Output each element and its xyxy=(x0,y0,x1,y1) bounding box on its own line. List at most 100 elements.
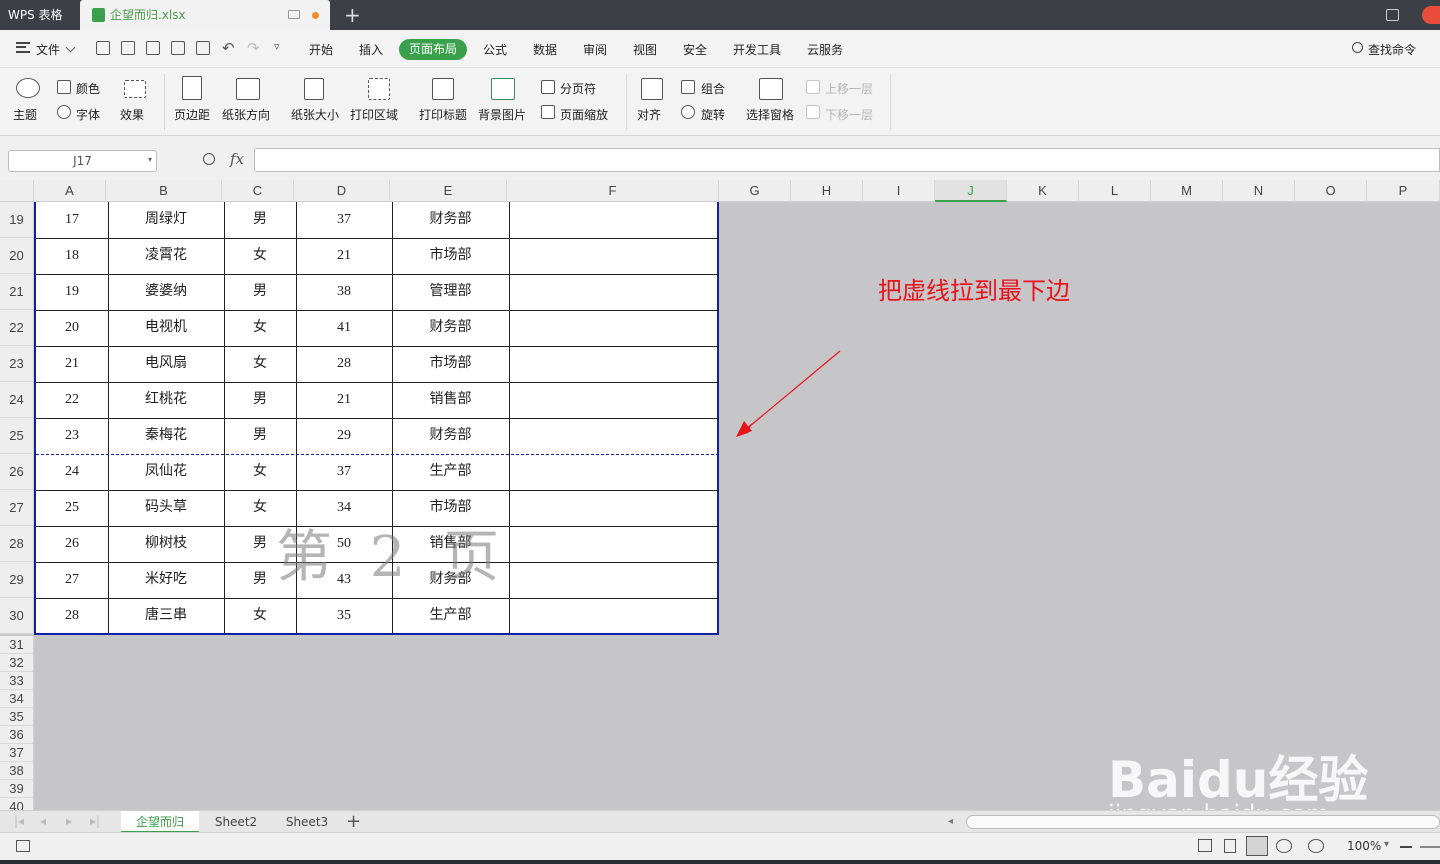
menu-developer[interactable]: 开发工具 xyxy=(733,41,781,58)
undo-icon[interactable]: ↶ xyxy=(222,39,235,57)
menu-start[interactable]: 开始 xyxy=(309,41,333,58)
menu-view[interactable]: 视图 xyxy=(633,41,657,58)
table-cell[interactable]: 17 xyxy=(36,202,108,238)
table-cell-empty[interactable] xyxy=(509,346,719,382)
column-header-p[interactable]: P xyxy=(1367,180,1440,202)
group-button[interactable]: 组合 xyxy=(701,80,725,97)
last-sheet-icon[interactable]: ▸| xyxy=(90,814,100,828)
column-header-d[interactable]: D xyxy=(294,180,390,202)
app-tab[interactable]: WPS 表格 xyxy=(0,0,80,30)
table-cell[interactable]: 周绿灯 xyxy=(108,202,224,238)
user-avatar[interactable] xyxy=(1422,6,1440,24)
first-sheet-icon[interactable]: |◂ xyxy=(14,814,24,828)
background-image-icon[interactable] xyxy=(491,78,515,100)
menu-security[interactable]: 安全 xyxy=(683,41,707,58)
scroll-left-icon[interactable]: ◂ xyxy=(948,816,956,828)
sheet-tab-1[interactable]: 企望而归 xyxy=(121,811,199,833)
page-break-line[interactable] xyxy=(36,454,719,455)
table-cell[interactable]: 29 xyxy=(296,418,392,454)
table-cell[interactable]: 市场部 xyxy=(392,346,509,382)
row-header[interactable]: 34 xyxy=(0,690,34,708)
table-cell[interactable]: 24 xyxy=(36,454,108,490)
column-header-n[interactable]: N xyxy=(1223,180,1295,202)
page-break-preview-icon[interactable] xyxy=(1246,836,1268,856)
page-layout-view-icon[interactable] xyxy=(1224,839,1236,853)
column-header-j[interactable]: J xyxy=(935,180,1007,202)
fx-button[interactable]: fx xyxy=(230,150,244,168)
table-cell[interactable]: 财务部 xyxy=(392,202,509,238)
table-cell[interactable]: 唐三串 xyxy=(108,598,224,634)
table-cell[interactable]: 27 xyxy=(36,562,108,598)
zoom-level[interactable]: 100% xyxy=(1347,839,1381,853)
menu-review[interactable]: 审阅 xyxy=(583,41,607,58)
row-header[interactable]: 36 xyxy=(0,726,34,744)
column-header-a[interactable]: A xyxy=(34,180,106,202)
save-icon[interactable] xyxy=(121,41,135,55)
print-titles-icon[interactable] xyxy=(432,78,454,100)
table-cell[interactable]: 20 xyxy=(36,310,108,346)
align-button[interactable]: 对齐 xyxy=(637,106,661,123)
table-cell[interactable]: 财务部 xyxy=(392,418,509,454)
zoom-search-icon[interactable] xyxy=(203,153,215,165)
table-cell[interactable]: 38 xyxy=(296,274,392,310)
table-cell[interactable]: 18 xyxy=(36,238,108,274)
table-cell-empty[interactable] xyxy=(509,310,719,346)
row-header[interactable]: 33 xyxy=(0,672,34,690)
page-zoom-button[interactable]: 页面缩放 xyxy=(560,106,608,123)
row-header[interactable]: 37 xyxy=(0,744,34,762)
table-cell-empty[interactable] xyxy=(509,238,719,274)
theme-icon[interactable] xyxy=(16,78,40,98)
row-header[interactable]: 27 xyxy=(0,490,34,526)
table-cell[interactable]: 市场部 xyxy=(392,238,509,274)
table-cell-empty[interactable] xyxy=(509,598,719,634)
table-cell[interactable]: 35 xyxy=(296,598,392,634)
table-cell[interactable]: 生产部 xyxy=(392,454,509,490)
column-header-f[interactable]: F xyxy=(507,180,719,202)
add-sheet-button[interactable]: + xyxy=(346,811,361,832)
redo-icon[interactable]: ↷ xyxy=(247,39,260,57)
table-cell[interactable]: 管理部 xyxy=(392,274,509,310)
table-cell[interactable]: 25 xyxy=(36,490,108,526)
horizontal-scrollbar[interactable] xyxy=(966,815,1440,829)
table-cell[interactable]: 码头草 xyxy=(108,490,224,526)
align-icon[interactable] xyxy=(641,78,663,100)
column-header-l[interactable]: L xyxy=(1079,180,1151,202)
row-header[interactable]: 19 xyxy=(0,202,34,238)
table-cell-empty[interactable] xyxy=(509,418,719,454)
table-cell[interactable]: 女 xyxy=(224,598,296,634)
table-cell-empty[interactable] xyxy=(509,274,719,310)
selection-pane-icon[interactable] xyxy=(759,78,783,100)
row-header[interactable]: 21 xyxy=(0,274,34,310)
print-titles-button[interactable]: 打印标题 xyxy=(419,106,467,123)
file-tab[interactable]: 企望而归.xlsx xyxy=(80,0,330,30)
table-cell[interactable]: 电风扇 xyxy=(108,346,224,382)
rotate-button[interactable]: 旋转 xyxy=(701,106,725,123)
menu-formulas[interactable]: 公式 xyxy=(483,41,507,58)
table-cell-empty[interactable] xyxy=(509,490,719,526)
orientation-icon[interactable] xyxy=(236,78,260,100)
column-header-b[interactable]: B xyxy=(106,180,222,202)
table-cell[interactable]: 21 xyxy=(36,346,108,382)
row-header[interactable]: 35 xyxy=(0,708,34,726)
row-header[interactable]: 32 xyxy=(0,654,34,672)
column-header-k[interactable]: K xyxy=(1007,180,1079,202)
select-all-corner[interactable] xyxy=(0,180,34,202)
row-header[interactable]: 30 xyxy=(0,598,34,634)
new-tab-button[interactable]: + xyxy=(344,3,361,27)
window-icon[interactable] xyxy=(288,10,300,19)
send-backward-button[interactable]: 下移一层 xyxy=(825,106,873,123)
table-cell-empty[interactable] xyxy=(509,562,719,598)
sheet-tab-2[interactable]: Sheet2 xyxy=(199,811,273,833)
table-cell-empty[interactable] xyxy=(509,202,719,238)
formula-input[interactable] xyxy=(254,148,1440,172)
table-cell[interactable]: 37 xyxy=(296,454,392,490)
column-header-i[interactable]: I xyxy=(863,180,935,202)
effects-button[interactable]: 效果 xyxy=(120,106,144,123)
table-cell[interactable]: 22 xyxy=(36,382,108,418)
selection-pane-button[interactable]: 选择窗格 xyxy=(746,106,794,123)
margins-icon[interactable] xyxy=(182,76,202,100)
table-cell[interactable]: 女 xyxy=(224,310,296,346)
row-header[interactable]: 20 xyxy=(0,238,34,274)
table-cell[interactable]: 柳树枝 xyxy=(108,526,224,562)
bring-forward-icon[interactable] xyxy=(806,80,820,94)
